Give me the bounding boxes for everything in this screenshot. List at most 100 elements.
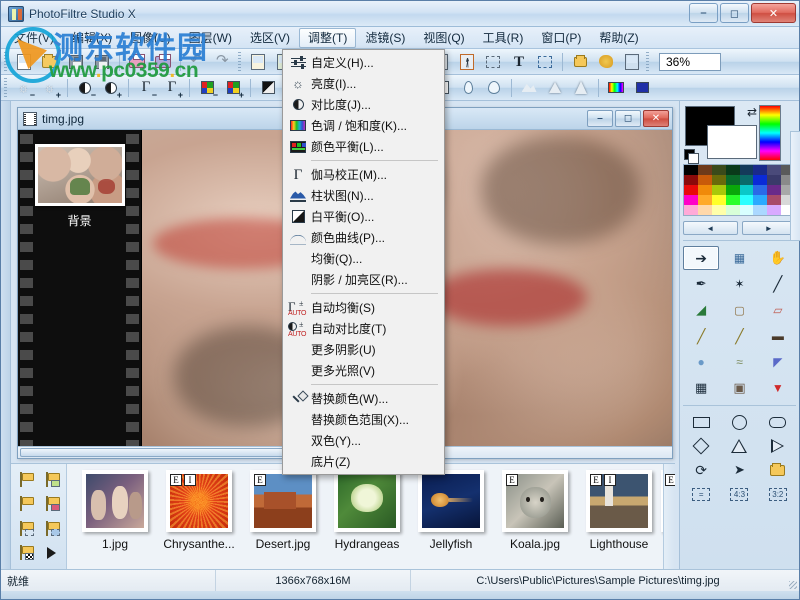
- thumbnail-frame[interactable]: [334, 470, 400, 532]
- gamma-up-button[interactable]: Γ+: [160, 77, 184, 99]
- blur-tool[interactable]: ●: [683, 350, 719, 374]
- reset-colors-icon[interactable]: [684, 149, 695, 160]
- folder-selectall-button[interactable]: [39, 517, 64, 541]
- gradient-button[interactable]: [604, 77, 628, 99]
- menu-view[interactable]: 视图(Q): [414, 28, 473, 48]
- menu-item-custom[interactable]: 自定义(H)...: [283, 52, 444, 73]
- menu-item-histogram[interactable]: 柱状图(N)...: [283, 185, 444, 206]
- sharpen-more-button[interactable]: [569, 77, 593, 99]
- mesh-tool[interactable]: ▦: [683, 376, 719, 400]
- load-shape-button[interactable]: [760, 459, 796, 481]
- undo-button[interactable]: ↶: [186, 51, 210, 73]
- layer-thumbnail[interactable]: [35, 144, 125, 206]
- frame-button[interactable]: [455, 51, 479, 73]
- thumbnail-frame[interactable]: E: [250, 470, 316, 532]
- menu-item-hue-saturation[interactable]: 色调 / 饱和度(K)...: [283, 115, 444, 136]
- selection-3-2[interactable]: 3:2: [760, 483, 796, 505]
- menu-layer[interactable]: 图层(W): [180, 28, 241, 48]
- spray-tool[interactable]: ▢: [721, 298, 757, 322]
- text-button[interactable]: T: [507, 51, 531, 73]
- rectangle-shape[interactable]: [683, 411, 719, 433]
- thumbnail-frame[interactable]: [418, 470, 484, 532]
- menu-selection[interactable]: 选区(V): [241, 28, 299, 48]
- folder-layers-button[interactable]: [568, 51, 592, 73]
- folder-image-button[interactable]: [39, 468, 64, 492]
- menu-window[interactable]: 窗口(P): [532, 28, 590, 48]
- background-color-swatch[interactable]: [707, 125, 757, 159]
- transform-button[interactable]: [533, 51, 557, 73]
- sharpen-light-button[interactable]: [543, 77, 567, 99]
- minimize-button[interactable]: ⎯: [689, 3, 718, 23]
- list-item[interactable]: E I Chrysanthe...: [157, 470, 241, 551]
- toolbar-grip-3[interactable]: [645, 52, 651, 72]
- contrast-down-button[interactable]: −: [73, 77, 97, 99]
- browse-folder-button[interactable]: [13, 468, 38, 492]
- zoom-input[interactable]: 36%: [659, 53, 721, 71]
- list-item[interactable]: E Desert.jpg: [241, 470, 325, 551]
- rounded-rect-shape[interactable]: [760, 411, 796, 433]
- gamma-down-button[interactable]: Γ−: [134, 77, 158, 99]
- menu-item-replace-color[interactable]: 替换颜色(W)...: [283, 388, 444, 409]
- lasso-shape[interactable]: ⟳: [683, 459, 719, 481]
- saturation-up-button[interactable]: +: [221, 77, 245, 99]
- thumbnail-frame[interactable]: E: [502, 470, 568, 532]
- menu-edit[interactable]: 编辑(X): [63, 28, 121, 48]
- menu-item-duotone[interactable]: 双色(Y)...: [283, 430, 444, 451]
- palette-next-button[interactable]: ►: [742, 221, 797, 235]
- copy-button[interactable]: [246, 51, 270, 73]
- solid-color-button[interactable]: [630, 77, 654, 99]
- resize-grip[interactable]: [785, 570, 799, 591]
- negative-button[interactable]: [256, 77, 280, 99]
- clean-brush-tool[interactable]: ◤: [760, 350, 796, 374]
- dashed-selection-button[interactable]: [481, 51, 505, 73]
- folder-save-button[interactable]: [39, 493, 64, 517]
- thumbnail-frame[interactable]: E I: [166, 470, 232, 532]
- menu-item-more-light[interactable]: 更多光照(V): [283, 360, 444, 381]
- menu-item-auto-equalize[interactable]: Γ±AUTO 自动均衡(S): [283, 297, 444, 318]
- slideshow-play-button[interactable]: [39, 542, 64, 566]
- list-item[interactable]: 1.jpg: [73, 470, 157, 551]
- selection-fixed[interactable]: =: [683, 483, 719, 505]
- adjust-toolbar-grip[interactable]: [3, 78, 9, 98]
- saturation-down-button[interactable]: −: [195, 77, 219, 99]
- hand-tool[interactable]: ✋: [760, 246, 796, 270]
- brightness-up-button[interactable]: ☼+: [38, 77, 62, 99]
- strawberry-tool[interactable]: ▼: [760, 376, 796, 400]
- list-item[interactable]: Jellyfish: [409, 470, 493, 551]
- menu-adjust[interactable]: 调整(T): [299, 28, 356, 48]
- menu-item-equalize[interactable]: 均衡(Q)...: [283, 248, 444, 269]
- contrast-up-button[interactable]: +: [99, 77, 123, 99]
- panel-scrollbar[interactable]: [790, 131, 800, 241]
- blur-more-button[interactable]: [482, 77, 506, 99]
- save-button[interactable]: [64, 51, 88, 73]
- window-options-button[interactable]: [620, 51, 644, 73]
- palette-prev-button[interactable]: ◄: [683, 221, 738, 235]
- folder-select-button[interactable]: [13, 517, 38, 541]
- eyedropper-tool[interactable]: ✒: [683, 272, 719, 296]
- print-button[interactable]: [125, 51, 149, 73]
- print-preview-button[interactable]: [151, 51, 175, 73]
- folder-open-button[interactable]: [13, 493, 38, 517]
- eraser-tool[interactable]: ▱: [760, 298, 796, 322]
- menu-item-white-balance[interactable]: 白平衡(O)...: [283, 206, 444, 227]
- menu-item-replace-color-range[interactable]: 替换颜色范围(X)...: [283, 409, 444, 430]
- color-palette[interactable]: [683, 164, 796, 216]
- maximize-button[interactable]: ◻: [720, 3, 749, 23]
- fill-bucket-tool[interactable]: ◢: [683, 298, 719, 322]
- menu-item-color-balance[interactable]: 颜色平衡(L)...: [283, 136, 444, 157]
- polygon-shape[interactable]: ➤: [721, 459, 757, 481]
- menu-item-gamma[interactable]: Γ 伽马校正(M)...: [283, 164, 444, 185]
- menu-file[interactable]: 文件(V): [5, 28, 63, 48]
- menu-item-more-shadow[interactable]: 更多阴影(U): [283, 339, 444, 360]
- document-restore-button[interactable]: ◻: [615, 110, 641, 127]
- crop-tool[interactable]: ▦: [721, 246, 757, 270]
- menu-item-color-curve[interactable]: 颜色曲线(P)...: [283, 227, 444, 248]
- palette-button[interactable]: [594, 51, 618, 73]
- mountain-sharpen-button[interactable]: [517, 77, 541, 99]
- blur-button[interactable]: [456, 77, 480, 99]
- list-item[interactable]: E Koala.jpg: [493, 470, 577, 551]
- smudge-tool[interactable]: ≈: [721, 350, 757, 374]
- menu-filter[interactable]: 滤镜(S): [356, 28, 414, 48]
- close-button[interactable]: ✕: [751, 3, 796, 23]
- brush-plus-tool[interactable]: ╱: [721, 324, 757, 348]
